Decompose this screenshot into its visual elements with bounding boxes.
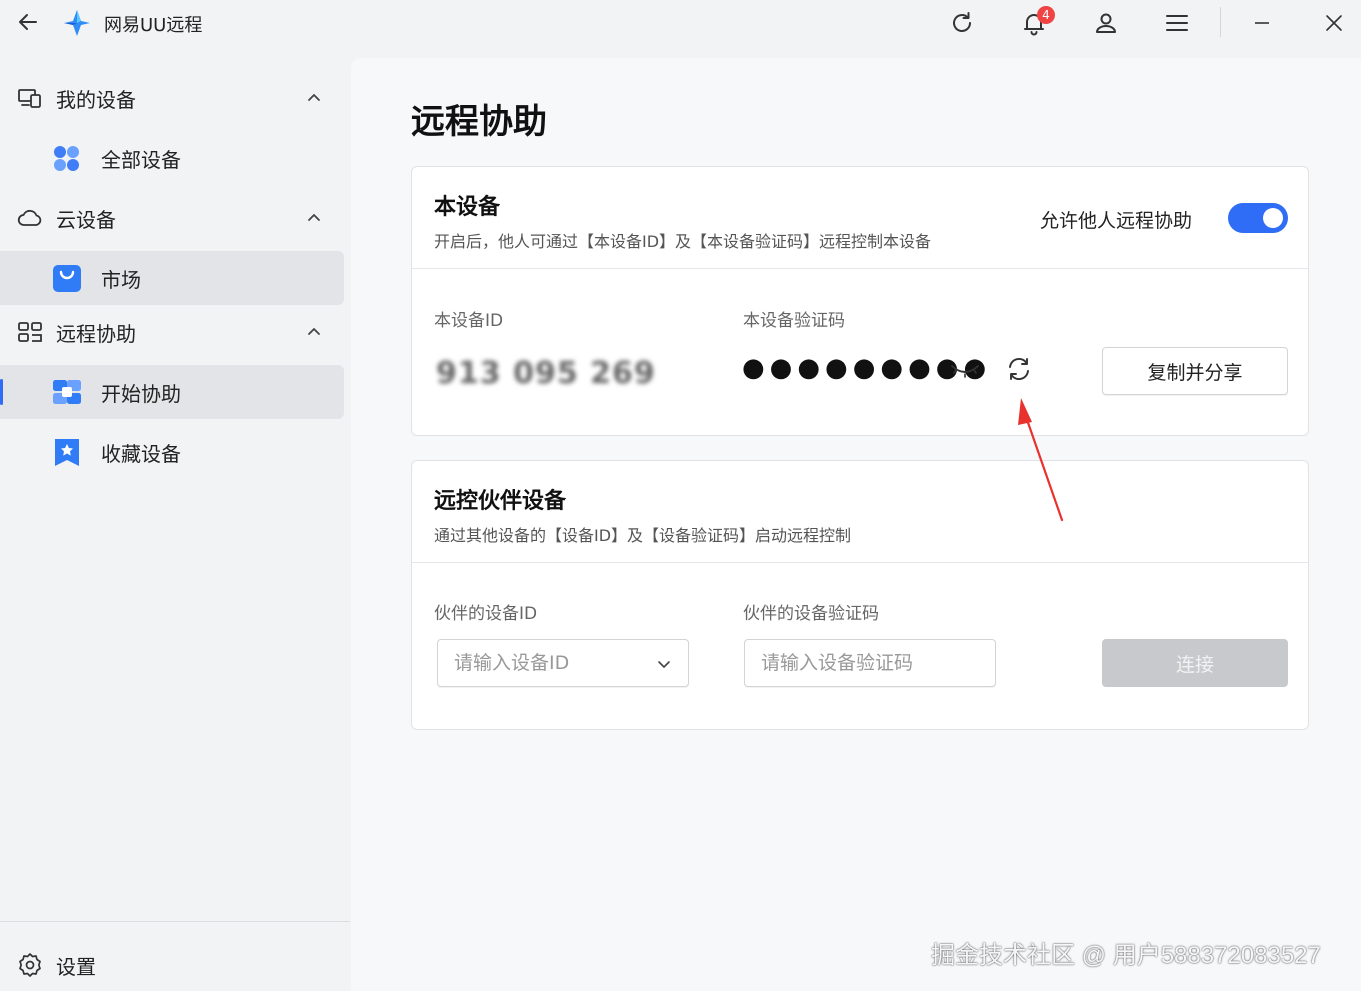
partner-code-field[interactable] xyxy=(744,639,996,687)
sidebar-group-label: 云设备 xyxy=(56,207,116,232)
minimize-icon[interactable] xyxy=(1246,7,1278,39)
card-header: 本设备 开启后，他人可通过【本设备ID】及【本设备验证码】远程控制本设备 允许他… xyxy=(412,167,1308,269)
allow-remote-label: 允许他人远程协助 xyxy=(1040,210,1193,232)
chevron-down-icon[interactable] xyxy=(654,654,674,674)
sidebar-item-label: 开始协助 xyxy=(101,381,181,406)
chevron-up-icon xyxy=(304,208,324,228)
remote-assist-icon xyxy=(16,318,44,346)
refresh-icon[interactable] xyxy=(946,7,978,39)
card-header: 远控伙伴设备 通过其他设备的【设备ID】及【设备验证码】启动远程控制 xyxy=(412,461,1308,563)
active-indicator xyxy=(0,379,3,405)
sidebar-group-cloud-devices[interactable]: 云设备 xyxy=(0,191,344,245)
sidebar-group-label: 远程协助 xyxy=(56,321,136,346)
sidebar-divider xyxy=(0,921,350,922)
sidebar-item-all-devices[interactable]: 全部设备 xyxy=(0,131,344,185)
devices-icon xyxy=(16,84,44,112)
title-bar: 网易UU远程 4 xyxy=(0,0,1361,46)
cloud-icon xyxy=(16,204,44,232)
connect-button[interactable]: 连接 xyxy=(1102,639,1288,687)
notification-badge: 4 xyxy=(1037,6,1055,24)
app-title: 网易UU远程 xyxy=(104,15,203,36)
toggle-knob xyxy=(1263,208,1283,228)
partner-id-field[interactable] xyxy=(437,639,689,687)
allow-remote-toggle[interactable] xyxy=(1228,203,1288,233)
sidebar-item-label: 全部设备 xyxy=(101,147,181,172)
device-id-value: 913 095 269 xyxy=(436,356,656,391)
all-devices-icon xyxy=(52,143,82,173)
watermark: 掘金技术社区 @ 用户588372083527 xyxy=(931,942,1321,969)
close-icon[interactable] xyxy=(1318,7,1350,39)
card-description: 开启后，他人可通过【本设备ID】及【本设备验证码】远程控制本设备 xyxy=(434,232,932,251)
partner-code-label: 伙伴的设备验证码 xyxy=(743,604,879,624)
user-account-icon[interactable] xyxy=(1090,7,1122,39)
verification-code-label: 本设备验证码 xyxy=(743,311,845,331)
card-title: 本设备 xyxy=(434,195,501,220)
device-id-label: 本设备ID xyxy=(434,311,504,331)
page-title: 远程协助 xyxy=(411,102,547,142)
copy-and-share-button[interactable]: 复制并分享 xyxy=(1102,347,1288,395)
settings-label: 设置 xyxy=(56,954,96,979)
sidebar-item-start-assist[interactable]: 开始协助 xyxy=(0,365,344,419)
partner-device-card: 远控伙伴设备 通过其他设备的【设备ID】及【设备验证码】启动远程控制 伙伴的设备… xyxy=(411,460,1309,730)
sidebar-item-market[interactable]: 市场 xyxy=(0,251,344,305)
gear-icon xyxy=(16,951,44,979)
sidebar-group-my-devices[interactable]: 我的设备 xyxy=(0,71,344,125)
sidebar-item-settings[interactable]: 设置 xyxy=(0,938,344,991)
eye-closed-icon[interactable] xyxy=(949,355,981,387)
sidebar-group-label: 我的设备 xyxy=(56,87,136,112)
this-device-card: 本设备 开启后，他人可通过【本设备ID】及【本设备验证码】远程控制本设备 允许他… xyxy=(411,166,1309,436)
titlebar-divider xyxy=(1220,7,1221,37)
partner-id-label: 伙伴的设备ID xyxy=(434,604,538,624)
chevron-up-icon xyxy=(304,88,324,108)
annotation-arrow xyxy=(1018,398,1064,522)
shopping-bag-icon xyxy=(52,263,82,293)
sidebar-item-favorite-devices[interactable]: 收藏设备 xyxy=(0,425,344,479)
bookmark-star-icon xyxy=(52,437,82,467)
sidebar-item-label: 市场 xyxy=(101,267,141,292)
sidebar-item-label: 收藏设备 xyxy=(101,441,181,466)
partner-code-input[interactable] xyxy=(745,640,995,686)
menu-icon[interactable] xyxy=(1161,7,1193,39)
sidebar-group-remote-assist[interactable]: 远程协助 xyxy=(0,305,344,359)
app-logo-icon xyxy=(62,8,92,38)
notification-bell-icon[interactable]: 4 xyxy=(1018,6,1055,39)
refresh-code-icon[interactable] xyxy=(1003,353,1035,385)
card-title: 远控伙伴设备 xyxy=(434,489,567,514)
partner-id-input[interactable] xyxy=(438,640,688,686)
main-panel: 远程协助 本设备 开启后，他人可通过【本设备ID】及【本设备验证码】远程控制本设… xyxy=(351,58,1361,991)
back-arrow-icon[interactable] xyxy=(14,8,42,36)
start-assist-icon xyxy=(52,377,82,407)
chevron-up-icon xyxy=(304,322,324,342)
sidebar: 我的设备 全部设备 云设备 市场 远程协助 开始协助 收藏设备 设置 xyxy=(0,58,350,991)
card-description: 通过其他设备的【设备ID】及【设备验证码】启动远程控制 xyxy=(434,526,852,545)
